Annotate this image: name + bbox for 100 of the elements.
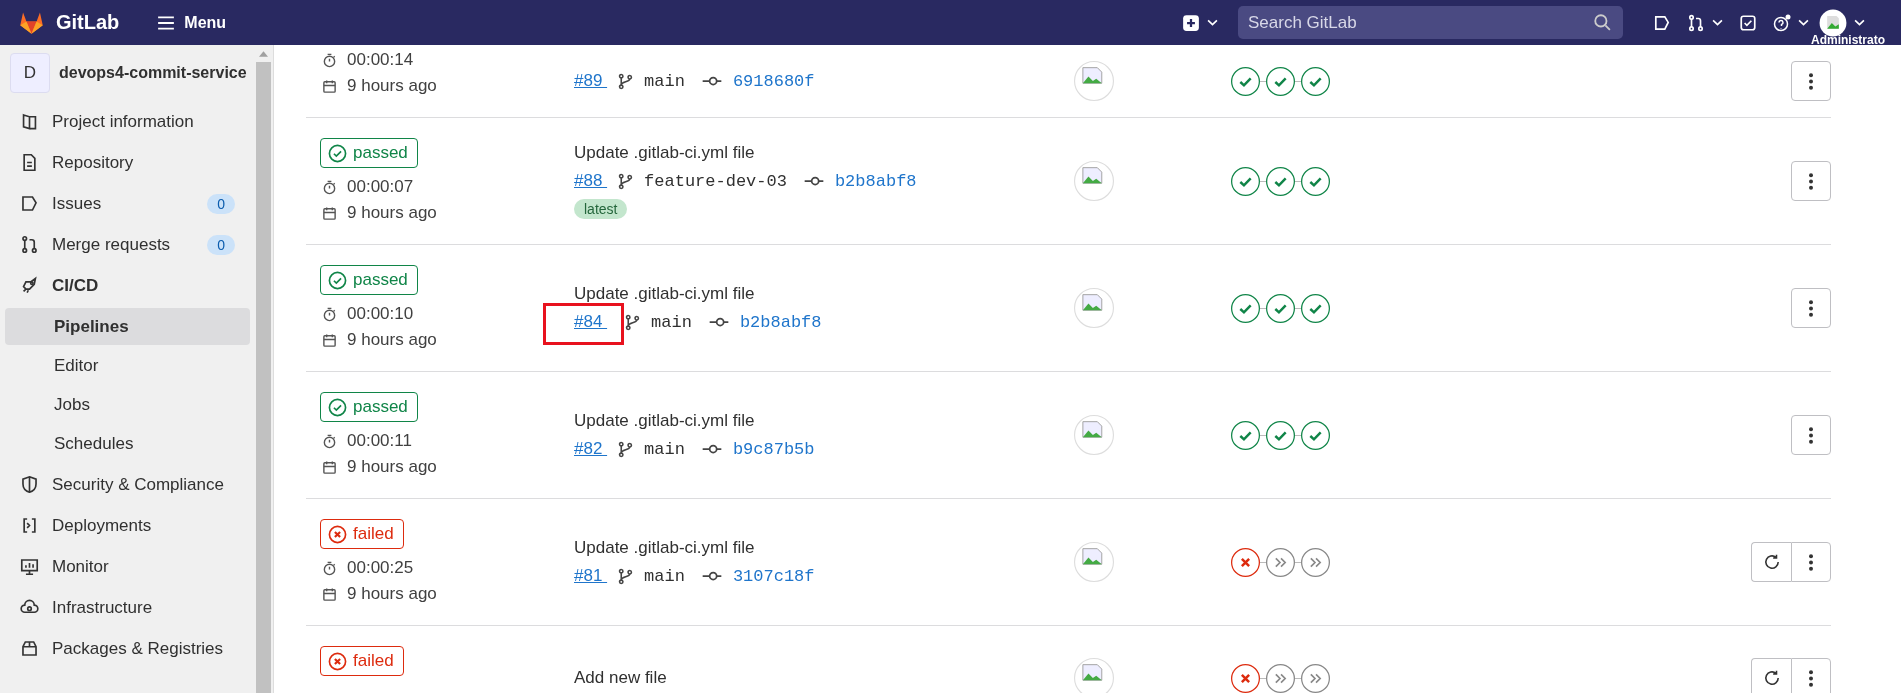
- project-name[interactable]: devops4-commit-service: [59, 64, 247, 82]
- commit-sha-link[interactable]: b2b8abf8: [834, 171, 917, 191]
- monitor-icon: [20, 557, 39, 576]
- commit-title[interactable]: Add new file: [574, 668, 1074, 688]
- cross-circle-icon[interactable]: [1231, 547, 1260, 577]
- issue-icon: [1653, 13, 1671, 32]
- kebab-icon: [1809, 669, 1813, 687]
- commit-sha-link[interactable]: 6918680f: [732, 71, 815, 91]
- more-actions-button[interactable]: [1791, 542, 1831, 582]
- retry-button[interactable]: [1751, 542, 1791, 582]
- check-circle-icon[interactable]: [1231, 420, 1260, 450]
- user-name: Administrato: [1811, 32, 1885, 47]
- branch-icon: [617, 172, 635, 190]
- sidebar-item[interactable]: Merge requests 0: [0, 224, 255, 265]
- avatar-icon: [1819, 8, 1847, 37]
- more-actions-button[interactable]: [1791, 161, 1831, 201]
- sidebar-subitem[interactable]: Schedules: [5, 425, 250, 462]
- status-badge[interactable]: passed: [320, 265, 418, 295]
- commit-icon: [700, 569, 723, 583]
- check-circle-icon[interactable]: [1231, 293, 1260, 323]
- check-circle-icon[interactable]: [1301, 166, 1330, 196]
- kebab-icon: [1809, 299, 1813, 317]
- check-circle-icon: [328, 143, 347, 163]
- more-actions-button[interactable]: [1791, 415, 1831, 455]
- calendar-icon: [322, 586, 337, 602]
- check-circle-icon[interactable]: [1301, 66, 1330, 96]
- plus-square-icon: [1182, 13, 1200, 32]
- check-circle-icon[interactable]: [1301, 293, 1330, 323]
- merge-request-icon: [20, 235, 39, 254]
- caret-icon: [1854, 19, 1865, 26]
- search-icon: [1593, 13, 1611, 31]
- pipeline-id-link[interactable]: #84: [574, 312, 608, 331]
- sidebar-item[interactable]: Infrastructure: [0, 587, 255, 628]
- commit-sha-link[interactable]: 3107c18f: [732, 566, 815, 586]
- commit-title[interactable]: Update .gitlab-ci.yml file: [574, 411, 1074, 431]
- branch-name[interactable]: main: [651, 312, 692, 332]
- sidebar-item[interactable]: Security & Compliance: [0, 464, 255, 505]
- check-circle-icon: [328, 270, 347, 290]
- retry-button[interactable]: [1751, 658, 1791, 693]
- commit-title[interactable]: Update .gitlab-ci.yml file: [574, 538, 1074, 558]
- menu-icon: [157, 15, 176, 30]
- skip-circle-icon[interactable]: [1266, 663, 1295, 693]
- skip-circle-icon[interactable]: [1266, 547, 1295, 577]
- sidebar-item[interactable]: Monitor: [0, 546, 255, 587]
- check-circle-icon[interactable]: [1231, 166, 1260, 196]
- more-actions-button[interactable]: [1791, 658, 1831, 693]
- caret-icon: [1207, 19, 1218, 26]
- check-circle-icon[interactable]: [1266, 166, 1295, 196]
- sidebar-item[interactable]: Packages & Registries: [0, 628, 255, 669]
- skip-circle-icon[interactable]: [1301, 547, 1330, 577]
- status-badge[interactable]: passed: [320, 392, 418, 422]
- broken-image-avatar-icon: [1074, 415, 1114, 455]
- merge-request-icon: [1687, 13, 1705, 32]
- checkbox-icon: [1739, 13, 1757, 32]
- pipeline-id-link[interactable]: #88: [574, 171, 608, 191]
- duration: 00:00:11: [347, 430, 412, 452]
- sidebar-subitem[interactable]: Editor: [5, 347, 250, 384]
- count-badge: 0: [207, 234, 235, 255]
- sidebar-subitem[interactable]: Jobs: [5, 386, 250, 423]
- pipeline-id-link[interactable]: #89: [574, 71, 608, 91]
- pipeline-id-link[interactable]: #81: [574, 566, 608, 586]
- sidebar-subitem[interactable]: Pipelines: [5, 308, 250, 345]
- check-circle-icon[interactable]: [1266, 420, 1295, 450]
- sidebar-item[interactable]: Issues 0: [0, 183, 255, 224]
- commit-sha-link[interactable]: b9c87b5b: [732, 439, 815, 459]
- calendar-icon: [322, 332, 337, 348]
- retry-icon: [1762, 669, 1781, 687]
- commit-title[interactable]: Update .gitlab-ci.yml file: [574, 143, 1074, 163]
- more-actions-button[interactable]: [1791, 288, 1831, 328]
- cross-circle-icon[interactable]: [1231, 663, 1260, 693]
- branch-icon: [617, 440, 635, 458]
- check-circle-icon[interactable]: [1266, 66, 1295, 96]
- branch-name[interactable]: main: [644, 71, 685, 91]
- commit-title[interactable]: Update .gitlab-ci.yml file: [574, 284, 1074, 304]
- commit-icon: [707, 315, 730, 329]
- brand-name[interactable]: GitLab: [56, 11, 120, 34]
- more-actions-button[interactable]: [1791, 61, 1831, 101]
- check-circle-icon[interactable]: [1301, 420, 1330, 450]
- search-field[interactable]: Search GitLab: [1238, 6, 1623, 39]
- branch-icon: [617, 567, 635, 585]
- status-badge[interactable]: failed: [320, 519, 404, 549]
- status-badge[interactable]: passed: [320, 138, 418, 168]
- duration: 00:00:25: [347, 557, 414, 579]
- broken-image-avatar-icon: [1074, 61, 1114, 101]
- check-circle-icon[interactable]: [1266, 293, 1295, 323]
- status-badge[interactable]: failed: [320, 646, 404, 676]
- sidebar-item[interactable]: Project information: [0, 101, 255, 142]
- menu-button[interactable]: Menu: [153, 9, 231, 36]
- branch-name[interactable]: feature-dev-03: [644, 171, 787, 191]
- branch-name[interactable]: main: [644, 566, 685, 586]
- skip-circle-icon[interactable]: [1301, 663, 1330, 693]
- sidebar-item[interactable]: CI/CD: [0, 265, 255, 306]
- caret-icon: [1798, 19, 1809, 26]
- check-circle-icon[interactable]: [1231, 66, 1260, 96]
- pipeline-id-link[interactable]: #82: [574, 439, 608, 459]
- branch-name[interactable]: main: [644, 439, 685, 459]
- commit-sha-link[interactable]: b2b8abf8: [739, 312, 822, 332]
- commit-icon: [700, 442, 723, 456]
- sidebar-item[interactable]: Repository: [0, 142, 255, 183]
- sidebar-item[interactable]: Deployments: [0, 505, 255, 546]
